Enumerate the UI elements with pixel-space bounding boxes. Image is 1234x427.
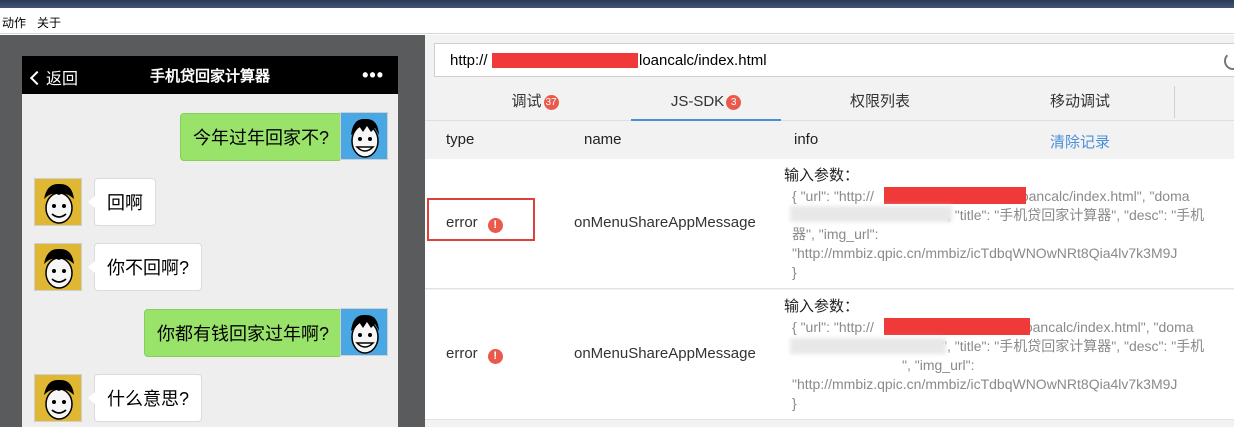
redaction-mark [884, 187, 1026, 204]
menu-bar: 动作 关于 [0, 8, 1234, 34]
avatar-icon [34, 243, 82, 291]
more-menu-icon[interactable]: ••• [362, 65, 384, 86]
tab-js-sdk[interactable]: JS-SDK 3 [631, 85, 781, 121]
tab-mobile-debug[interactable]: 移动调试 [1005, 85, 1155, 121]
info-line: 输入参数： [784, 298, 860, 315]
tab-label: 移动调试 [1049, 93, 1110, 110]
redaction-mark [884, 318, 1030, 335]
chat-bubble: 你不回啊? [87, 243, 203, 291]
menu-item-action[interactable]: 动作 [2, 14, 26, 31]
table-header: type name info 清除记录 [425, 121, 1234, 159]
column-header-info: info [794, 131, 819, 148]
highlight-box [427, 198, 535, 241]
info-line: 器", "img_url": [792, 226, 879, 242]
badge-count: 3 [726, 95, 742, 110]
info-line: ", "img_url": [902, 357, 975, 373]
info-line: "http://mmbiz.qpic.cn/mmbiz/icTdbqWNOwNR… [792, 376, 1178, 392]
avatar-icon [340, 112, 388, 160]
tab-permissions[interactable]: 权限列表 [805, 85, 955, 121]
name-cell: onMenuShareAppMessage [574, 345, 756, 362]
info-line: "http://mmbiz.qpic.cn/mmbiz/icTdbqWNOwNR… [792, 245, 1178, 261]
phone-title: 手机贷回家计算器 [149, 68, 270, 85]
avatar-icon [340, 308, 388, 356]
column-header-type: type [446, 131, 475, 148]
chat-bubble: 什么意思? [87, 374, 203, 422]
window-title-strip [0, 0, 1234, 8]
tab-debug[interactable]: 调试 37 [455, 85, 615, 121]
info-cell: 输入参数： { "url": "http:///loancalc/index.h… [784, 166, 1204, 282]
type-cell: error! [446, 345, 503, 364]
tab-bar: 调试 37 JS-SDK 3 权限列表 移动调试 [425, 85, 1234, 121]
info-line: } [792, 264, 797, 280]
redaction-mark [492, 53, 638, 68]
info-cell: 输入参数： { "url": "http:///loancalc/index.h… [784, 297, 1204, 413]
tab-label: 权限列表 [849, 93, 910, 110]
phone-screen: 返回 手机贷回家计算器 ••• 今年过年回家不? 回啊 你不回啊? 你都有钱回家… [22, 56, 398, 427]
chat-bubble: 回啊 [88, 178, 156, 226]
tab-label: JS-SDK [670, 93, 725, 110]
error-icon: ! [487, 349, 503, 364]
refresh-icon[interactable] [1224, 52, 1234, 70]
badge-count: 37 [543, 95, 559, 110]
address-bar[interactable]: http:// loancalc/index.html [434, 43, 1234, 77]
phone-nav-bar: 返回 手机贷回家计算器 ••• [22, 56, 398, 94]
url-prefix: http:// [450, 52, 488, 69]
info-line: } [792, 395, 797, 411]
redaction-mark [790, 338, 946, 354]
column-header-name: name [584, 131, 622, 148]
chat-bubble: 你都有钱回家过年啊? [143, 309, 349, 357]
avatar-icon [34, 178, 82, 226]
avatar-icon [34, 374, 82, 422]
name-cell: onMenuShareAppMessage [574, 214, 756, 231]
type-label: error [446, 345, 478, 362]
redaction-mark [790, 206, 952, 222]
clear-log-button[interactable]: 清除记录 [1050, 131, 1110, 152]
chat-bubble: 今年过年回家不? [179, 113, 349, 161]
tab-divider [1174, 86, 1175, 118]
url-suffix: loancalc/index.html [639, 52, 767, 69]
info-line: 输入参数： [784, 167, 860, 184]
menu-item-about[interactable]: 关于 [37, 14, 61, 31]
tab-label: 调试 [511, 93, 542, 110]
